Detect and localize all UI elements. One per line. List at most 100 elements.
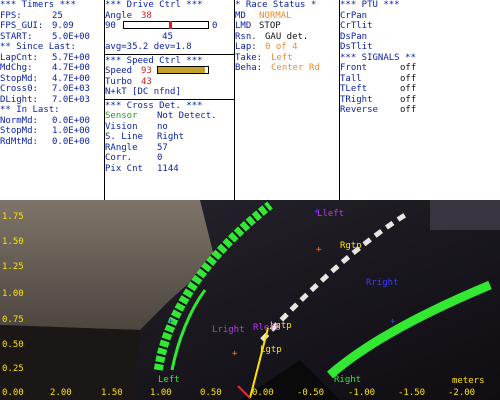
race-label: LMD [235,21,252,31]
race-value: GAU det. [265,31,309,42]
x-tick: -2.00 [448,388,476,398]
in-last-label: StopMd: [0,126,38,136]
ptu-item-label: DsTlit [340,42,373,52]
since-row: DLight: 7.0E+03 [0,95,104,106]
y-tick: 1.25 [2,262,24,272]
race-value: STOP [259,21,281,31]
turbo-row: Turbo 43 [105,77,234,88]
in-last-label: NormMd: [0,115,38,126]
label-lright: Lright [212,325,245,335]
cross-label: Sensor [105,111,138,121]
speed-label: Speed [105,66,133,76]
timer-value: 9.09 [52,21,74,31]
camera-overlay: + Lleft Rgtp + Rright Lgtp Lgtp Lright R… [0,200,500,400]
cross-row-sensor: Sensor Not Detect. [105,111,234,122]
since-label: LapCnt: [0,52,38,63]
slider-min-label: 90 [105,21,116,31]
ptu-item[interactable]: DsPan [340,32,500,43]
timer-row-fps: FPS: 25 [0,11,104,22]
since-last-header: ** Since Last: [0,42,76,52]
y-tick: 0.75 [2,315,24,325]
race-label: Rsn. [235,31,257,42]
ptu-item[interactable]: DsTlit [340,42,500,53]
race-row-rsn: Rsn. GAU det. [235,32,339,43]
slider-max-label: 0 [212,21,218,31]
race-monitor-window: *** Timers *** FPS: 25 FPS_GUI: 9.09 STA… [0,0,500,400]
avg-row: avg=35.2 dev=1.8 [105,42,234,53]
since-value: 4.7E+00 [52,73,90,84]
turbo-value: 43 [141,76,152,87]
angle-slider-row: 90 0 [105,21,234,32]
angle-slider-handle[interactable] [169,21,172,29]
race-row-take: Take: Left [235,53,339,64]
marker-plus-icon: + [316,245,322,255]
x-tick: -0.50 [297,388,325,398]
y-tick: 1.00 [2,289,24,299]
cross-row: RAngle 57 [105,143,234,154]
angle-slider[interactable] [123,21,209,29]
since-label: Cross0: [0,84,38,94]
y-tick: 1.50 [2,237,24,247]
x-tick: 0.00 [252,388,274,398]
cross-row: Vision no [105,122,234,133]
race-row-md: MD NORMAL [235,11,339,22]
timer-label: FPS_GUI: [0,21,44,31]
since-label: StopMd: [0,73,38,84]
signal-label: Front [340,63,368,73]
signal-value: off [400,94,417,105]
y-tick: 0.50 [2,340,24,350]
race-row-beha: Beha: Center Rd [235,63,339,74]
x-tick: 1.00 [150,388,172,398]
label-lgtp-b: Lgtp [260,345,282,355]
label-left: Left [158,375,180,385]
signal-label: TRight [340,94,373,105]
in-last-row: RdMtMd: 0.0E+00 [0,137,104,148]
label-rgtp: Rgtp [340,241,362,251]
turbo-label: Turbo [105,76,133,87]
since-row: LapCnt: 5.7E+00 [0,53,104,64]
since-value: 4.7E+00 [52,63,90,73]
divider [105,98,234,100]
race-value: 0 of 4 [265,42,298,52]
speed-header: *** Speed Ctrl *** [105,55,203,66]
angle-row: Angle 38 [105,11,234,22]
cross-label: Vision [105,121,138,132]
signals-header: *** SIGNALS ** [340,52,416,63]
marker-plus-icon: + [168,317,174,327]
cross-det-header: *** Cross Det. *** [105,100,203,111]
timer-value: 5.0E+00 [52,31,90,42]
x-tick: 0.00 [2,388,24,398]
signal-value: off [400,105,417,115]
in-last-label: RdMtMd: [0,136,38,147]
units-label: meters [452,376,485,386]
since-value: 7.0E+03 [52,94,90,105]
signal-row: Tall off [340,74,500,85]
since-label: DLight: [0,94,38,105]
x-tick: 0.50 [200,388,222,398]
x-tick: 1.50 [101,388,123,398]
cross-row: S. Line Right [105,132,234,143]
in-last-value: 0.0E+00 [52,115,90,126]
signal-value: off [400,73,417,84]
speed-row: Speed 93 [105,66,234,77]
nkt-text: N+kT [DC nfnd] [105,87,181,97]
since-label: MdChg: [0,63,33,73]
race-value: Left [271,52,293,63]
timer-row-start: START: 5.0E+00 [0,32,104,43]
in-last-row: StopMd: 1.0E+00 [0,126,104,137]
signal-label: Reverse [340,105,378,115]
in-last-row: NormMd: 0.0E+00 [0,116,104,127]
signal-row: Reverse off [340,105,500,116]
ptu-item[interactable]: CrTlit [340,21,500,32]
timer-row-fps-gui: FPS_GUI: 9.09 [0,21,104,32]
race-row-lmd: LMD STOP [235,21,339,32]
signal-label: Tall [340,73,362,84]
y-tick: 1.75 [2,212,24,222]
label-rright: Rright [366,278,399,288]
marker-plus-icon: + [390,317,396,327]
cross-label: Corr. [105,153,133,163]
avg-dev-text: avg=35.2 dev=1.8 [105,42,192,52]
signal-row: Front off [340,63,500,74]
cross-row: Corr. 0 [105,153,234,164]
ptu-item[interactable]: CrPan [340,11,500,22]
